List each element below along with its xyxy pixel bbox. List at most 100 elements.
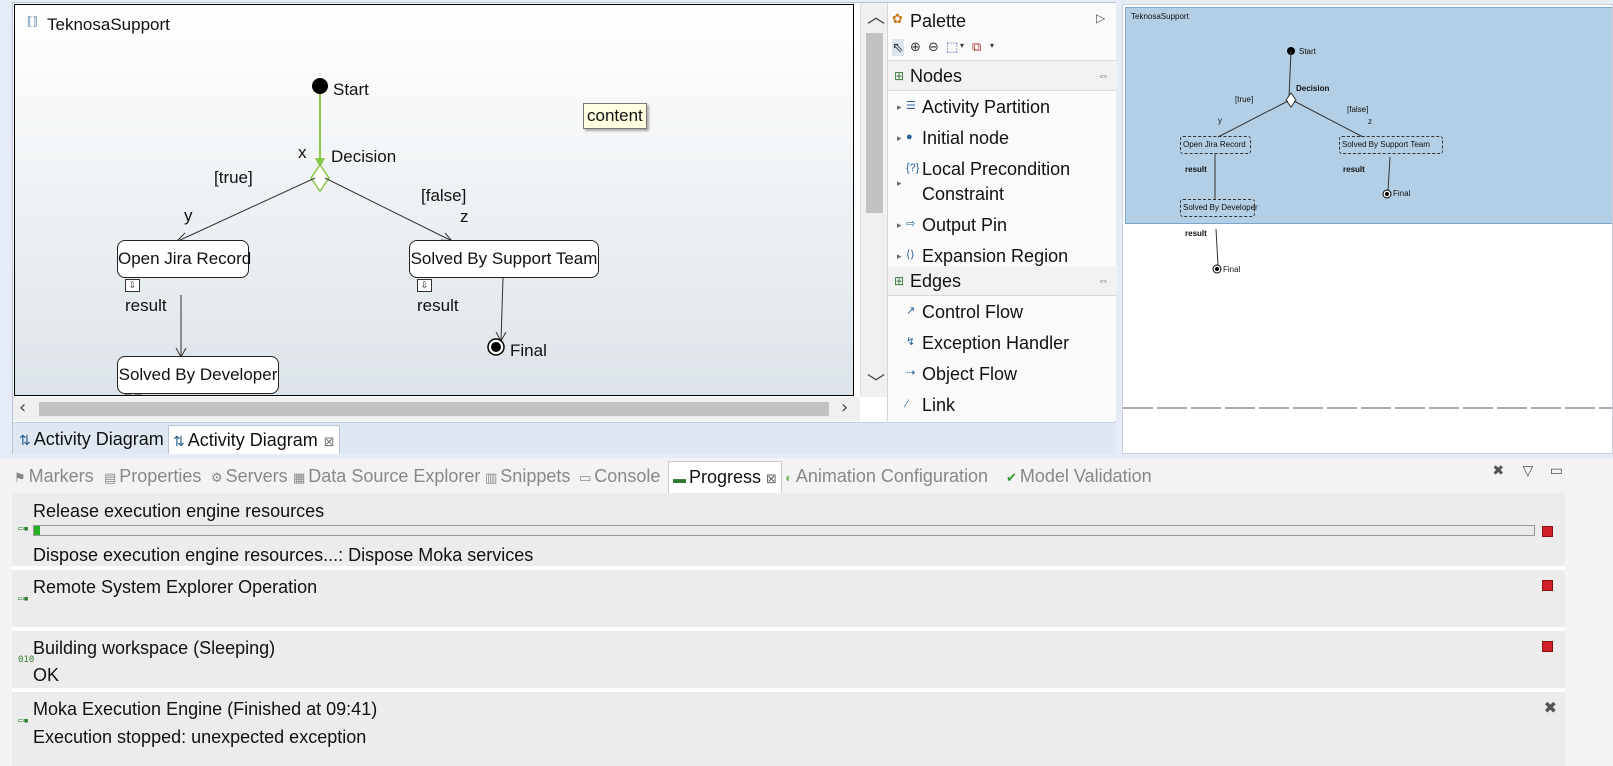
- edges-drawer-header[interactable]: ⊞ Edges ⇔: [888, 266, 1117, 296]
- remove-all-finished-icon[interactable]: ✖: [1492, 463, 1504, 479]
- palette-tool-label: Control Flow: [922, 302, 1024, 322]
- palette-tool-exception-handler[interactable]: ↯ Exception Handler: [888, 331, 1117, 356]
- outline-decision: Decision: [1296, 84, 1330, 93]
- select-tool-icon[interactable]: ⇖: [892, 39, 904, 56]
- palette-collapse-icon[interactable]: ▷: [1096, 11, 1105, 25]
- pin-drawer-icon[interactable]: ⇔: [1098, 61, 1109, 91]
- stop-icon[interactable]: [1542, 580, 1553, 591]
- console-icon: ▭: [579, 470, 592, 485]
- scroll-right-icon[interactable]: ›: [841, 399, 848, 417]
- tab-label: Snippets: [500, 466, 571, 486]
- expand-icon[interactable]: ▸: [897, 244, 902, 266]
- tab-progress[interactable]: ▬ Progress ⊠: [668, 461, 782, 493]
- solved-by-support-team-node[interactable]: Solved By Support Team: [409, 240, 599, 278]
- tab-model-validation[interactable]: ✔ Model Validation: [1006, 466, 1152, 487]
- progress-icon: ▬: [673, 471, 686, 486]
- nodes-drawer-header[interactable]: ⊞ Nodes ⇔: [888, 61, 1117, 91]
- palette-tool-label: Initial node: [922, 128, 1010, 148]
- outline-guard-true: [true]: [1235, 95, 1254, 104]
- palette-tool-label: Link: [922, 395, 956, 415]
- tab-activity-diagram-active[interactable]: ⇅ Activity Diagram ⊠: [168, 425, 340, 454]
- close-icon[interactable]: ⊠: [324, 434, 335, 449]
- palette-tool-initial-node[interactable]: ▸ ● Initial node: [888, 126, 1117, 151]
- close-icon[interactable]: ⊠: [766, 471, 777, 486]
- outline-view[interactable]: TeknosaSupport Start Decision [true] [fa…: [1122, 4, 1613, 454]
- vertical-scrollbar[interactable]: ︿ ﹀: [860, 3, 887, 397]
- tab-label: Console: [594, 466, 661, 486]
- animation-icon: ◐: [785, 470, 793, 485]
- progress-entry[interactable]: Moka Execution Engine (Finished at 09:41…: [12, 692, 1565, 766]
- outline-edge-y: y: [1218, 116, 1222, 125]
- zoom-in-icon[interactable]: ⊕: [910, 39, 921, 55]
- tab-label: Progress: [689, 467, 762, 487]
- constraint-icon: {?}: [906, 162, 920, 174]
- palette-tool-label: Local Precondition Constraint: [922, 159, 1071, 204]
- palette-tool-control-flow[interactable]: ↗ Control Flow: [888, 300, 1117, 325]
- tab-animation-configuration[interactable]: ◐ Animation Configuration: [785, 466, 988, 487]
- chevron-down-icon[interactable]: ▾: [990, 41, 994, 50]
- partition-icon: ☰: [906, 100, 916, 112]
- palette-tool-output-pin[interactable]: ▸ ⇨ Output Pin: [888, 213, 1117, 238]
- zoom-out-icon[interactable]: ⊖: [928, 39, 939, 55]
- result-pin-icon[interactable]: ⇩: [417, 279, 432, 292]
- minimize-icon[interactable]: ▭: [1550, 463, 1563, 479]
- pin-drawer-icon[interactable]: ⇔: [1098, 266, 1109, 296]
- expand-icon[interactable]: ▸: [897, 95, 902, 120]
- progress-entry[interactable]: Remote System Explorer Operation ▭▪: [12, 570, 1565, 627]
- scroll-down-icon[interactable]: ﹀: [867, 375, 885, 393]
- outline-result: result: [1185, 229, 1207, 238]
- stop-icon[interactable]: [1542, 526, 1553, 537]
- data-source-icon: ▦: [293, 470, 306, 485]
- guard-x-label: x: [298, 143, 307, 162]
- tab-console[interactable]: ▭ Console: [579, 466, 660, 487]
- scroll-left-icon[interactable]: ‹: [19, 399, 26, 417]
- palette-tool-activity-partition[interactable]: ▸ ☰ Activity Partition: [888, 95, 1117, 120]
- solved-by-developer-node[interactable]: Solved By Developer: [117, 356, 279, 394]
- views-tab-bar: ⚑ Markers ▤ Properties ⚙ Servers ▦ Data Sour…: [12, 461, 1613, 493]
- diagram-editor: ⟦⟧ TeknosaSupport Start x Decision [true…: [12, 2, 1117, 454]
- scroll-up-icon[interactable]: ︿: [867, 9, 885, 27]
- chevron-down-icon[interactable]: ▾: [960, 41, 964, 50]
- scroll-thumb[interactable]: [39, 402, 829, 416]
- palette: ✿ Palette ▷ ⇖ ⊕ ⊖ ⬚ ▾ ⧉ ▾ ⊞ Nodes ⇔ ▸ ☰ Ac…: [887, 3, 1117, 421]
- decision-diamond: [310, 163, 330, 193]
- remove-entry-icon[interactable]: ✖: [1544, 698, 1557, 717]
- edges-header-label: Edges: [910, 271, 962, 291]
- progress-entry-detail: OK: [33, 665, 60, 685]
- expand-icon[interactable]: ▸: [897, 126, 902, 151]
- guard-true-label: [true]: [214, 168, 253, 187]
- tab-servers[interactable]: ⚙ Servers: [211, 466, 288, 487]
- expand-icon[interactable]: ▸: [897, 213, 902, 238]
- decision-label: Decision: [331, 147, 397, 166]
- horizontal-scrollbar[interactable]: ‹ ›: [13, 397, 860, 421]
- palette-tool-object-flow[interactable]: ⇢ Object Flow: [888, 362, 1117, 387]
- edge-z-label: z: [460, 207, 469, 226]
- scroll-thumb[interactable]: [866, 33, 883, 213]
- expand-icon[interactable]: ▸: [897, 171, 902, 196]
- open-jira-record-node[interactable]: Open Jira Record: [117, 240, 251, 278]
- outline-developer: Solved By Developer: [1180, 199, 1258, 217]
- progress-entry[interactable]: Building workspace (Sleeping) 010 OK: [12, 631, 1565, 688]
- progress-entry-title: Release execution engine resources: [33, 501, 325, 521]
- view-menu-icon[interactable]: ▽: [1523, 463, 1534, 479]
- tab-activity-diagram[interactable]: ⇅ Activity Diagram: [15, 425, 168, 454]
- result-pin-icon[interactable]: ⇩: [125, 279, 140, 292]
- palette-tool-expansion-region[interactable]: ▸ ⟨⟩ Expansion Region: [888, 244, 1117, 266]
- stop-icon[interactable]: [1542, 641, 1553, 652]
- marquee-icon[interactable]: ⬚: [946, 39, 958, 55]
- progress-entry[interactable]: Release execution engine resources ▭▪ Di…: [12, 493, 1565, 566]
- tab-data-source-explorer[interactable]: ▦ Data Source Explorer: [293, 466, 480, 487]
- markers-icon: ⚑: [14, 470, 26, 485]
- connection-tool-icon[interactable]: ⧉: [972, 39, 981, 55]
- diagram-canvas[interactable]: ⟦⟧ TeknosaSupport Start x Decision [true…: [14, 4, 854, 396]
- check-icon: ✔: [1006, 470, 1017, 485]
- outline-open-jira: Open Jira Record: [1180, 136, 1251, 154]
- tab-snippets[interactable]: ▥ Snippets: [485, 466, 570, 487]
- progress-view: Release execution engine resources ▭▪ Di…: [12, 493, 1565, 766]
- initial-node: [312, 78, 328, 94]
- tab-markers[interactable]: ⚑ Markers: [14, 466, 94, 487]
- palette-tool-link[interactable]: ⁄ Link: [888, 393, 1117, 418]
- palette-tool-local-precondition-constraint[interactable]: ▸ {?} Local Precondition Constraint: [888, 157, 1088, 207]
- tab-properties[interactable]: ▤ Properties: [104, 466, 201, 487]
- properties-icon: ▤: [104, 470, 117, 485]
